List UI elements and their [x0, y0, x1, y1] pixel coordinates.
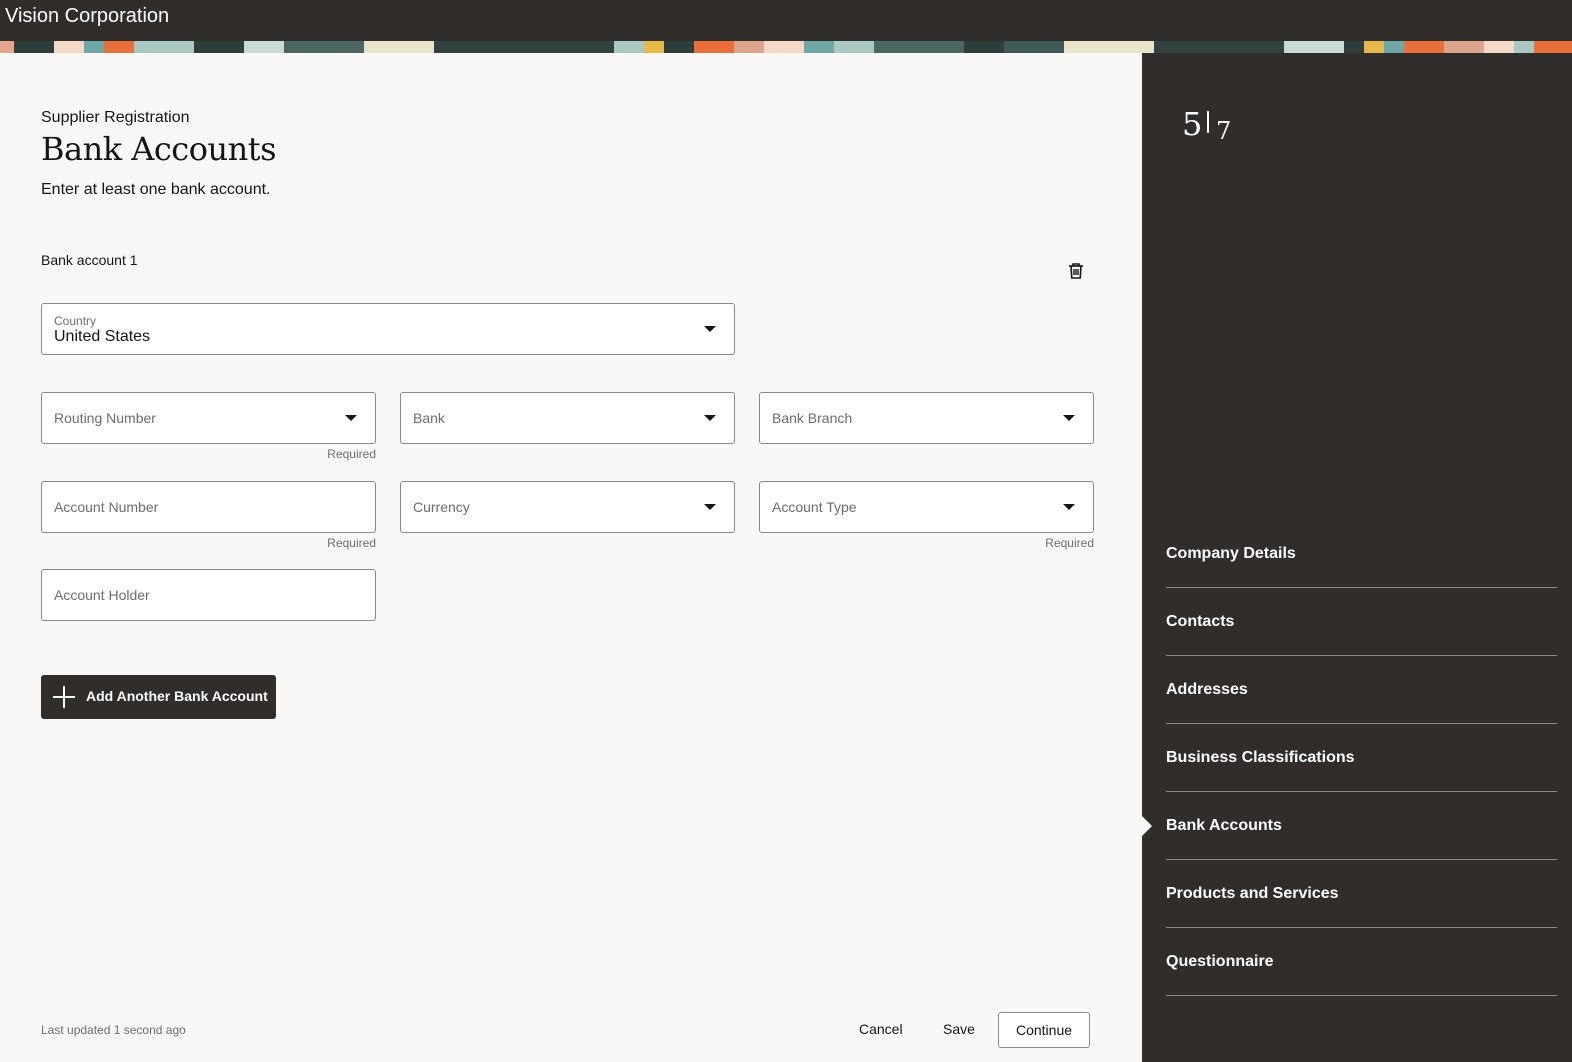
cancel-button[interactable]: Cancel [859, 1021, 903, 1037]
current-step-number: 5 [1182, 105, 1203, 143]
active-step-pointer [1142, 816, 1152, 836]
caret-down-icon [704, 504, 716, 510]
step-products-and-services[interactable]: Products and Services [1166, 860, 1557, 928]
step-addresses[interactable]: Addresses [1166, 656, 1557, 724]
trash-icon [1069, 263, 1083, 279]
total-steps-number: 7 [1216, 117, 1232, 145]
step-bank-accounts[interactable]: Bank Accounts [1166, 792, 1557, 860]
bank-branch-select[interactable]: Bank Branch [759, 392, 1094, 444]
caret-down-icon [704, 326, 716, 332]
caret-down-icon [345, 415, 357, 421]
account-type-placeholder: Account Type [772, 499, 857, 515]
decorative-banner [0, 41, 1572, 53]
last-updated-status: Last updated 1 second ago [41, 1023, 186, 1037]
add-another-bank-account-button[interactable]: Add Another Bank Account [41, 675, 276, 719]
country-select[interactable]: Country United States [41, 303, 735, 355]
step-counter-divider [1207, 111, 1209, 133]
brand-name: Vision Corporation [5, 5, 170, 27]
account-type-select[interactable]: Account Type [759, 481, 1094, 533]
currency-select[interactable]: Currency [400, 481, 735, 533]
country-label: Country [54, 314, 97, 328]
step-label: Questionnaire [1166, 953, 1274, 970]
account-number-placeholder: Account Number [54, 499, 159, 515]
step-label: Company Details [1166, 545, 1296, 562]
caret-down-icon [1063, 504, 1075, 510]
step-label: Business Classifications [1166, 749, 1355, 766]
routing-number-select[interactable]: Routing Number [41, 392, 376, 444]
delete-bank-account-button[interactable] [1064, 259, 1088, 283]
routing-number-required-hint: Required [327, 447, 376, 461]
step-label: Bank Accounts [1166, 817, 1282, 834]
caret-down-icon [1063, 415, 1075, 421]
step-list: Company Details Contacts Addresses Busin… [1166, 520, 1557, 996]
progress-sidebar: 5 7 Company Details Contacts Addresses B… [1142, 53, 1572, 1062]
step-contacts[interactable]: Contacts [1166, 588, 1557, 656]
add-another-bank-account-label: Add Another Bank Account [86, 688, 268, 704]
step-company-details[interactable]: Company Details [1166, 520, 1557, 588]
caret-down-icon [704, 415, 716, 421]
page-title: Bank Accounts [41, 130, 276, 168]
step-questionnaire[interactable]: Questionnaire [1166, 928, 1557, 996]
page-eyebrow: Supplier Registration [41, 109, 190, 126]
bank-account-section-label: Bank account 1 [41, 252, 138, 268]
bank-placeholder: Bank [413, 410, 445, 426]
step-label: Addresses [1166, 681, 1248, 698]
account-holder-input[interactable]: Account Holder [41, 569, 376, 621]
account-holder-placeholder: Account Holder [54, 587, 150, 603]
step-business-classifications[interactable]: Business Classifications [1166, 724, 1557, 792]
country-value: United States [54, 328, 151, 345]
plus-icon [53, 686, 75, 708]
step-label: Products and Services [1166, 885, 1339, 902]
currency-placeholder: Currency [413, 499, 470, 515]
main-content: Supplier Registration Bank Accounts Ente… [0, 53, 1142, 1062]
page-instructions: Enter at least one bank account. [41, 181, 271, 198]
account-number-required-hint: Required [327, 536, 376, 550]
bank-select[interactable]: Bank [400, 392, 735, 444]
save-button[interactable]: Save [943, 1021, 975, 1037]
bank-branch-placeholder: Bank Branch [772, 410, 853, 426]
account-number-input[interactable]: Account Number [41, 481, 376, 533]
continue-button[interactable]: Continue [998, 1012, 1090, 1048]
app-header: Vision Corporation [0, 0, 1572, 41]
routing-number-placeholder: Routing Number [54, 410, 156, 426]
step-label: Contacts [1166, 613, 1235, 630]
account-type-required-hint: Required [1045, 536, 1094, 550]
